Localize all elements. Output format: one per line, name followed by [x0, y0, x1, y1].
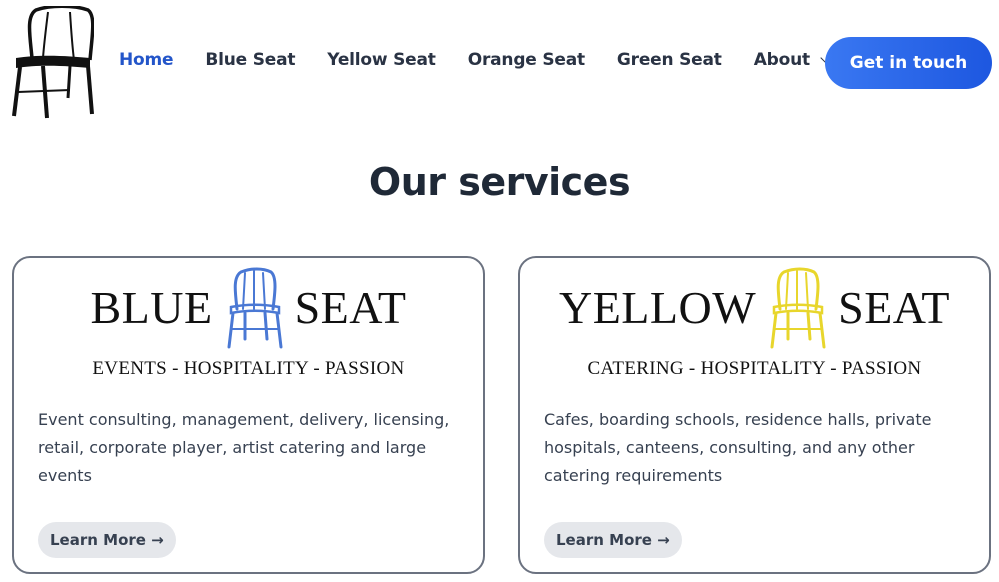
- service-card-yellow-seat: YELLOW SEAT CATERING - HOSPITALITY - PAS…: [518, 256, 991, 574]
- nav-green-seat[interactable]: Green Seat: [617, 50, 722, 70]
- card-description: Event consulting, management, delivery, …: [38, 410, 450, 485]
- nav-blue-seat[interactable]: Blue Seat: [205, 50, 295, 70]
- brand-word-left: YELLOW: [558, 282, 757, 333]
- blue-chair-icon: [227, 267, 283, 349]
- page-title: Our services: [368, 160, 631, 204]
- nav-orange-seat[interactable]: Orange Seat: [468, 50, 585, 70]
- card-tagline: EVENTS - HOSPITALITY - PASSION: [92, 358, 405, 379]
- brand-logo-yellow-seat: YELLOW SEAT: [520, 266, 989, 350]
- nav-yellow-seat[interactable]: Yellow Seat: [327, 50, 436, 70]
- brand-word-right: SEAT: [294, 282, 407, 333]
- main-nav: Home Blue Seat Yellow Seat Orange Seat G…: [119, 50, 832, 70]
- nav-home[interactable]: Home: [119, 50, 174, 70]
- card-tagline: CATERING - HOSPITALITY - PASSION: [587, 358, 922, 379]
- chair-logo[interactable]: [10, 6, 94, 120]
- brand-word-right: SEAT: [838, 282, 951, 333]
- get-in-touch-button[interactable]: Get in touch: [825, 37, 992, 89]
- nav-about-label: About: [753, 50, 810, 70]
- brand-logo-blue-seat: BLUE SEAT: [14, 266, 483, 350]
- service-card-blue-seat: BLUE SEAT EVENTS - HOSPITALITY - PASSION…: [12, 256, 485, 574]
- yellow-chair-icon: [770, 267, 826, 349]
- card-description: Cafes, boarding schools, residence halls…: [544, 410, 932, 485]
- brand-word-left: BLUE: [90, 282, 213, 333]
- nav-about[interactable]: About: [753, 50, 832, 70]
- learn-more-button[interactable]: Learn More →: [544, 522, 682, 558]
- site-header: Home Blue Seat Yellow Seat Orange Seat G…: [0, 0, 999, 125]
- learn-more-button[interactable]: Learn More →: [38, 522, 176, 558]
